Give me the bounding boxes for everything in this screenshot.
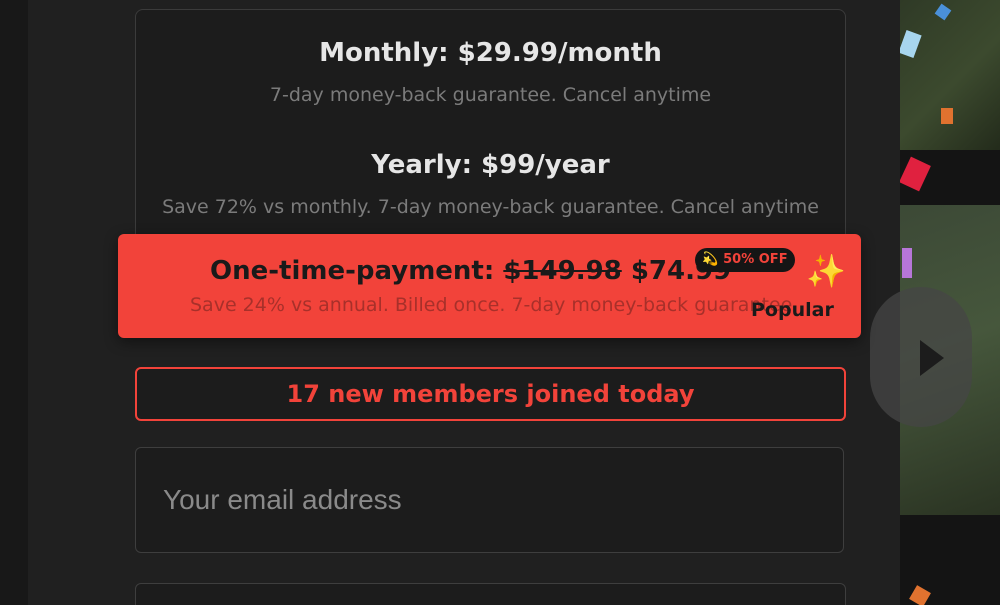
plan-one-time-card[interactable]: One-time-payment: $149.98 $74.99 Save 24… — [118, 234, 861, 338]
plan-yearly-subtitle: Save 72% vs monthly. 7-day money-back gu… — [162, 196, 819, 218]
confetti-piece — [902, 248, 912, 278]
email-field[interactable] — [135, 447, 844, 553]
plan-one-time-subtitle: Save 24% vs annual. Billed once. 7-day m… — [190, 294, 793, 316]
discount-badge: 💫 50% OFF — [695, 248, 795, 272]
confetti-piece — [900, 156, 931, 192]
plan-monthly-subtitle: 7-day money-back guarantee. Cancel anyti… — [269, 84, 712, 106]
plan-yearly-title[interactable]: Yearly: $99/year — [136, 150, 845, 180]
next-form-field[interactable] — [135, 583, 846, 605]
pricing-options: Monthly: $29.99/month 7-day money-back g… — [135, 9, 846, 251]
popular-label: Popular — [751, 299, 834, 321]
confetti-piece — [909, 585, 931, 605]
media-thumbnail-top — [900, 0, 1000, 150]
members-joined-banner: 17 new members joined today — [135, 367, 846, 421]
old-price: $149.98 — [503, 256, 622, 286]
sparkle-icon: ✨ — [806, 252, 846, 290]
play-icon — [920, 340, 944, 376]
left-border — [0, 0, 29, 605]
checkout-page: Monthly: $29.99/month 7-day money-back g… — [0, 0, 1000, 605]
plan-one-time-title: One-time-payment: $149.98 $74.99 — [210, 256, 731, 286]
plan-one-time-prefix: One-time-payment: — [210, 256, 495, 286]
plan-monthly-title[interactable]: Monthly: $29.99/month — [136, 38, 845, 68]
confetti-piece — [941, 108, 953, 124]
